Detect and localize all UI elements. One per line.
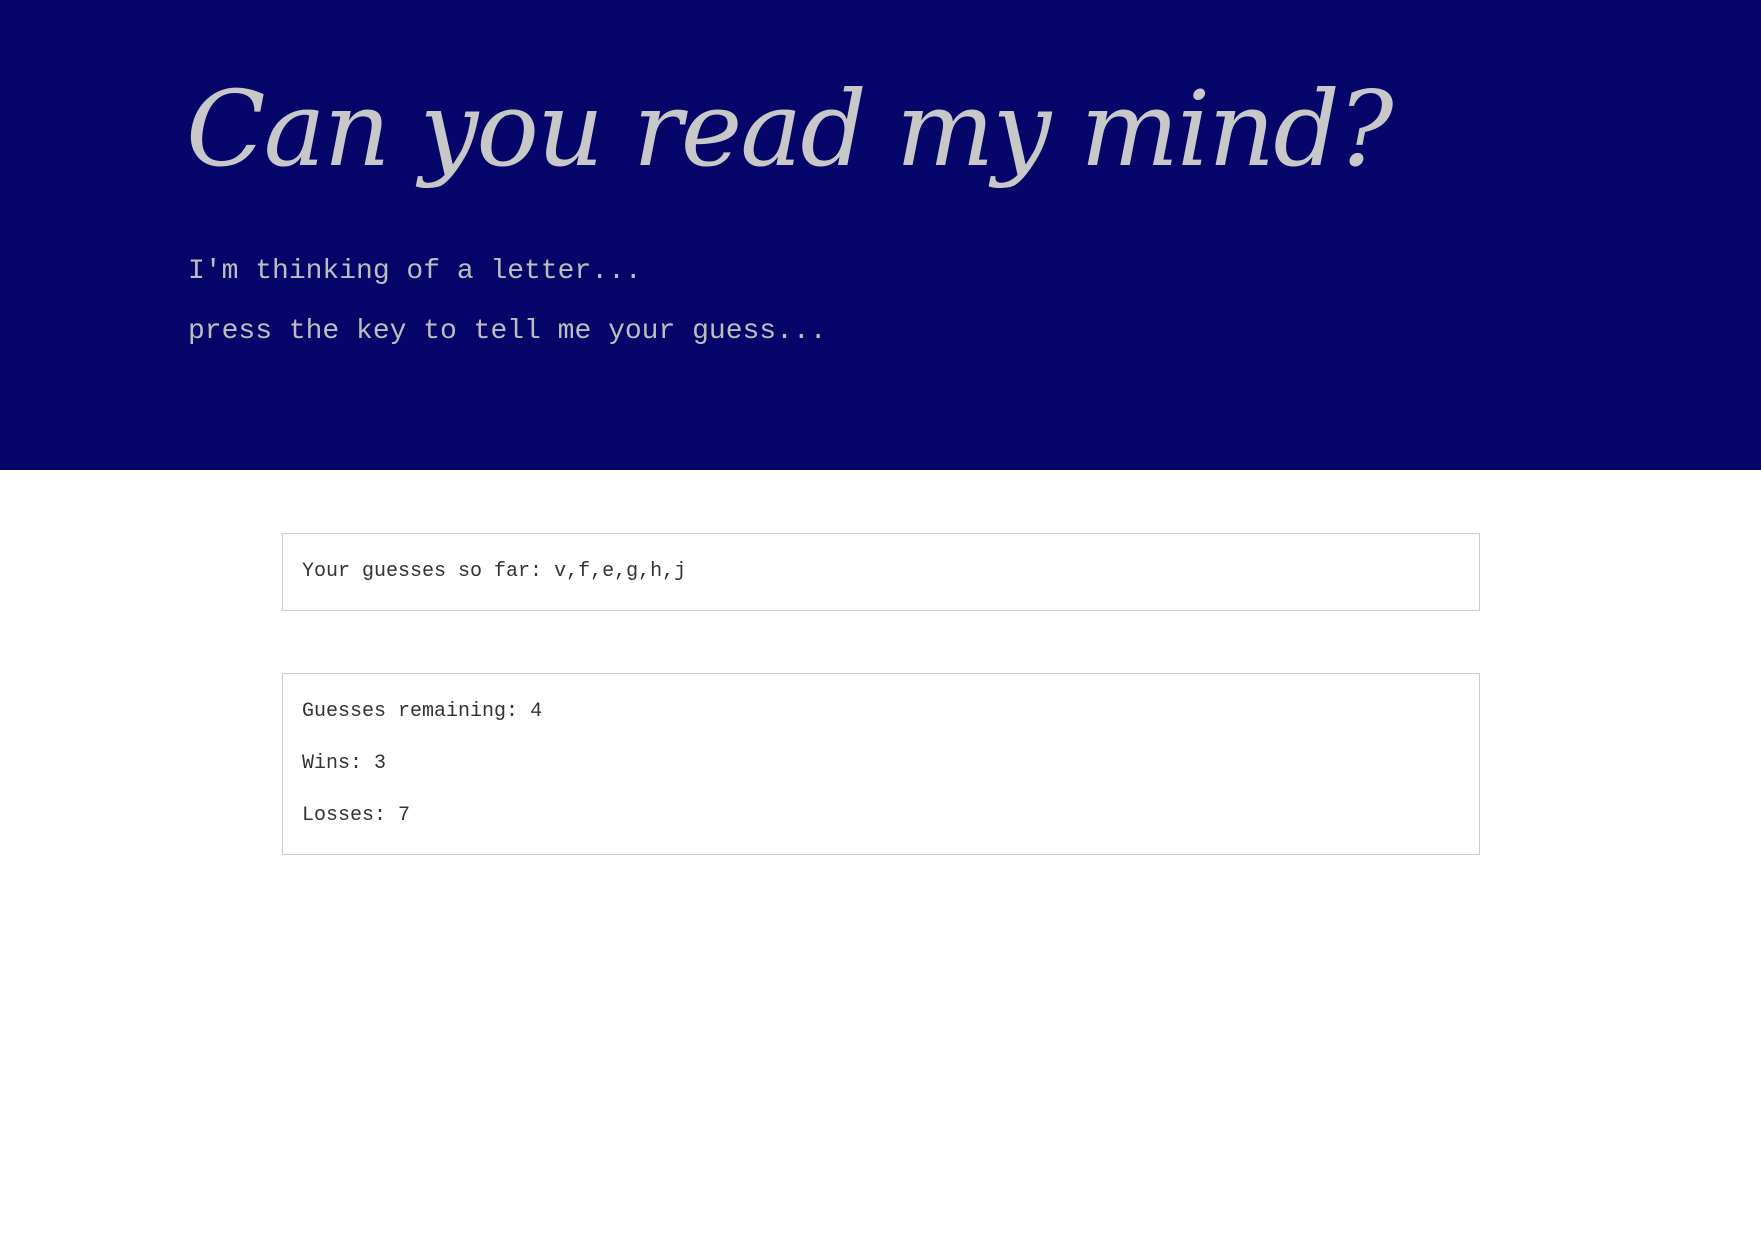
losses-label: Losses:: [302, 804, 387, 827]
stats-panel: Guesses remaining: 4 Wins: 3 Losses: 7: [282, 673, 1480, 855]
wins-label: Wins:: [302, 752, 363, 775]
guesses-value: v,f,e,g,h,j: [554, 560, 687, 583]
losses-value: 7: [398, 804, 411, 827]
guesses-remaining: Guesses remaining: 4: [302, 700, 542, 723]
instruction-line: press the key to tell me your guess...: [188, 316, 827, 347]
losses: Losses: 7: [302, 804, 410, 827]
guesses-label: Your guesses so far:: [302, 560, 543, 583]
guesses-so-far: Your guesses so far: v,f,e,g,h,j: [302, 560, 686, 583]
wins: Wins: 3: [302, 752, 386, 775]
page-title: Can you read my mind?: [186, 68, 1394, 190]
remaining-value: 4: [530, 700, 543, 723]
wins-value: 3: [374, 752, 387, 775]
header-banner: Can you read my mind? I'm thinking of a …: [0, 0, 1761, 470]
intro-line: I'm thinking of a letter...: [188, 256, 642, 287]
guesses-panel: Your guesses so far: v,f,e,g,h,j: [282, 533, 1480, 611]
remaining-label: Guesses remaining:: [302, 700, 519, 723]
